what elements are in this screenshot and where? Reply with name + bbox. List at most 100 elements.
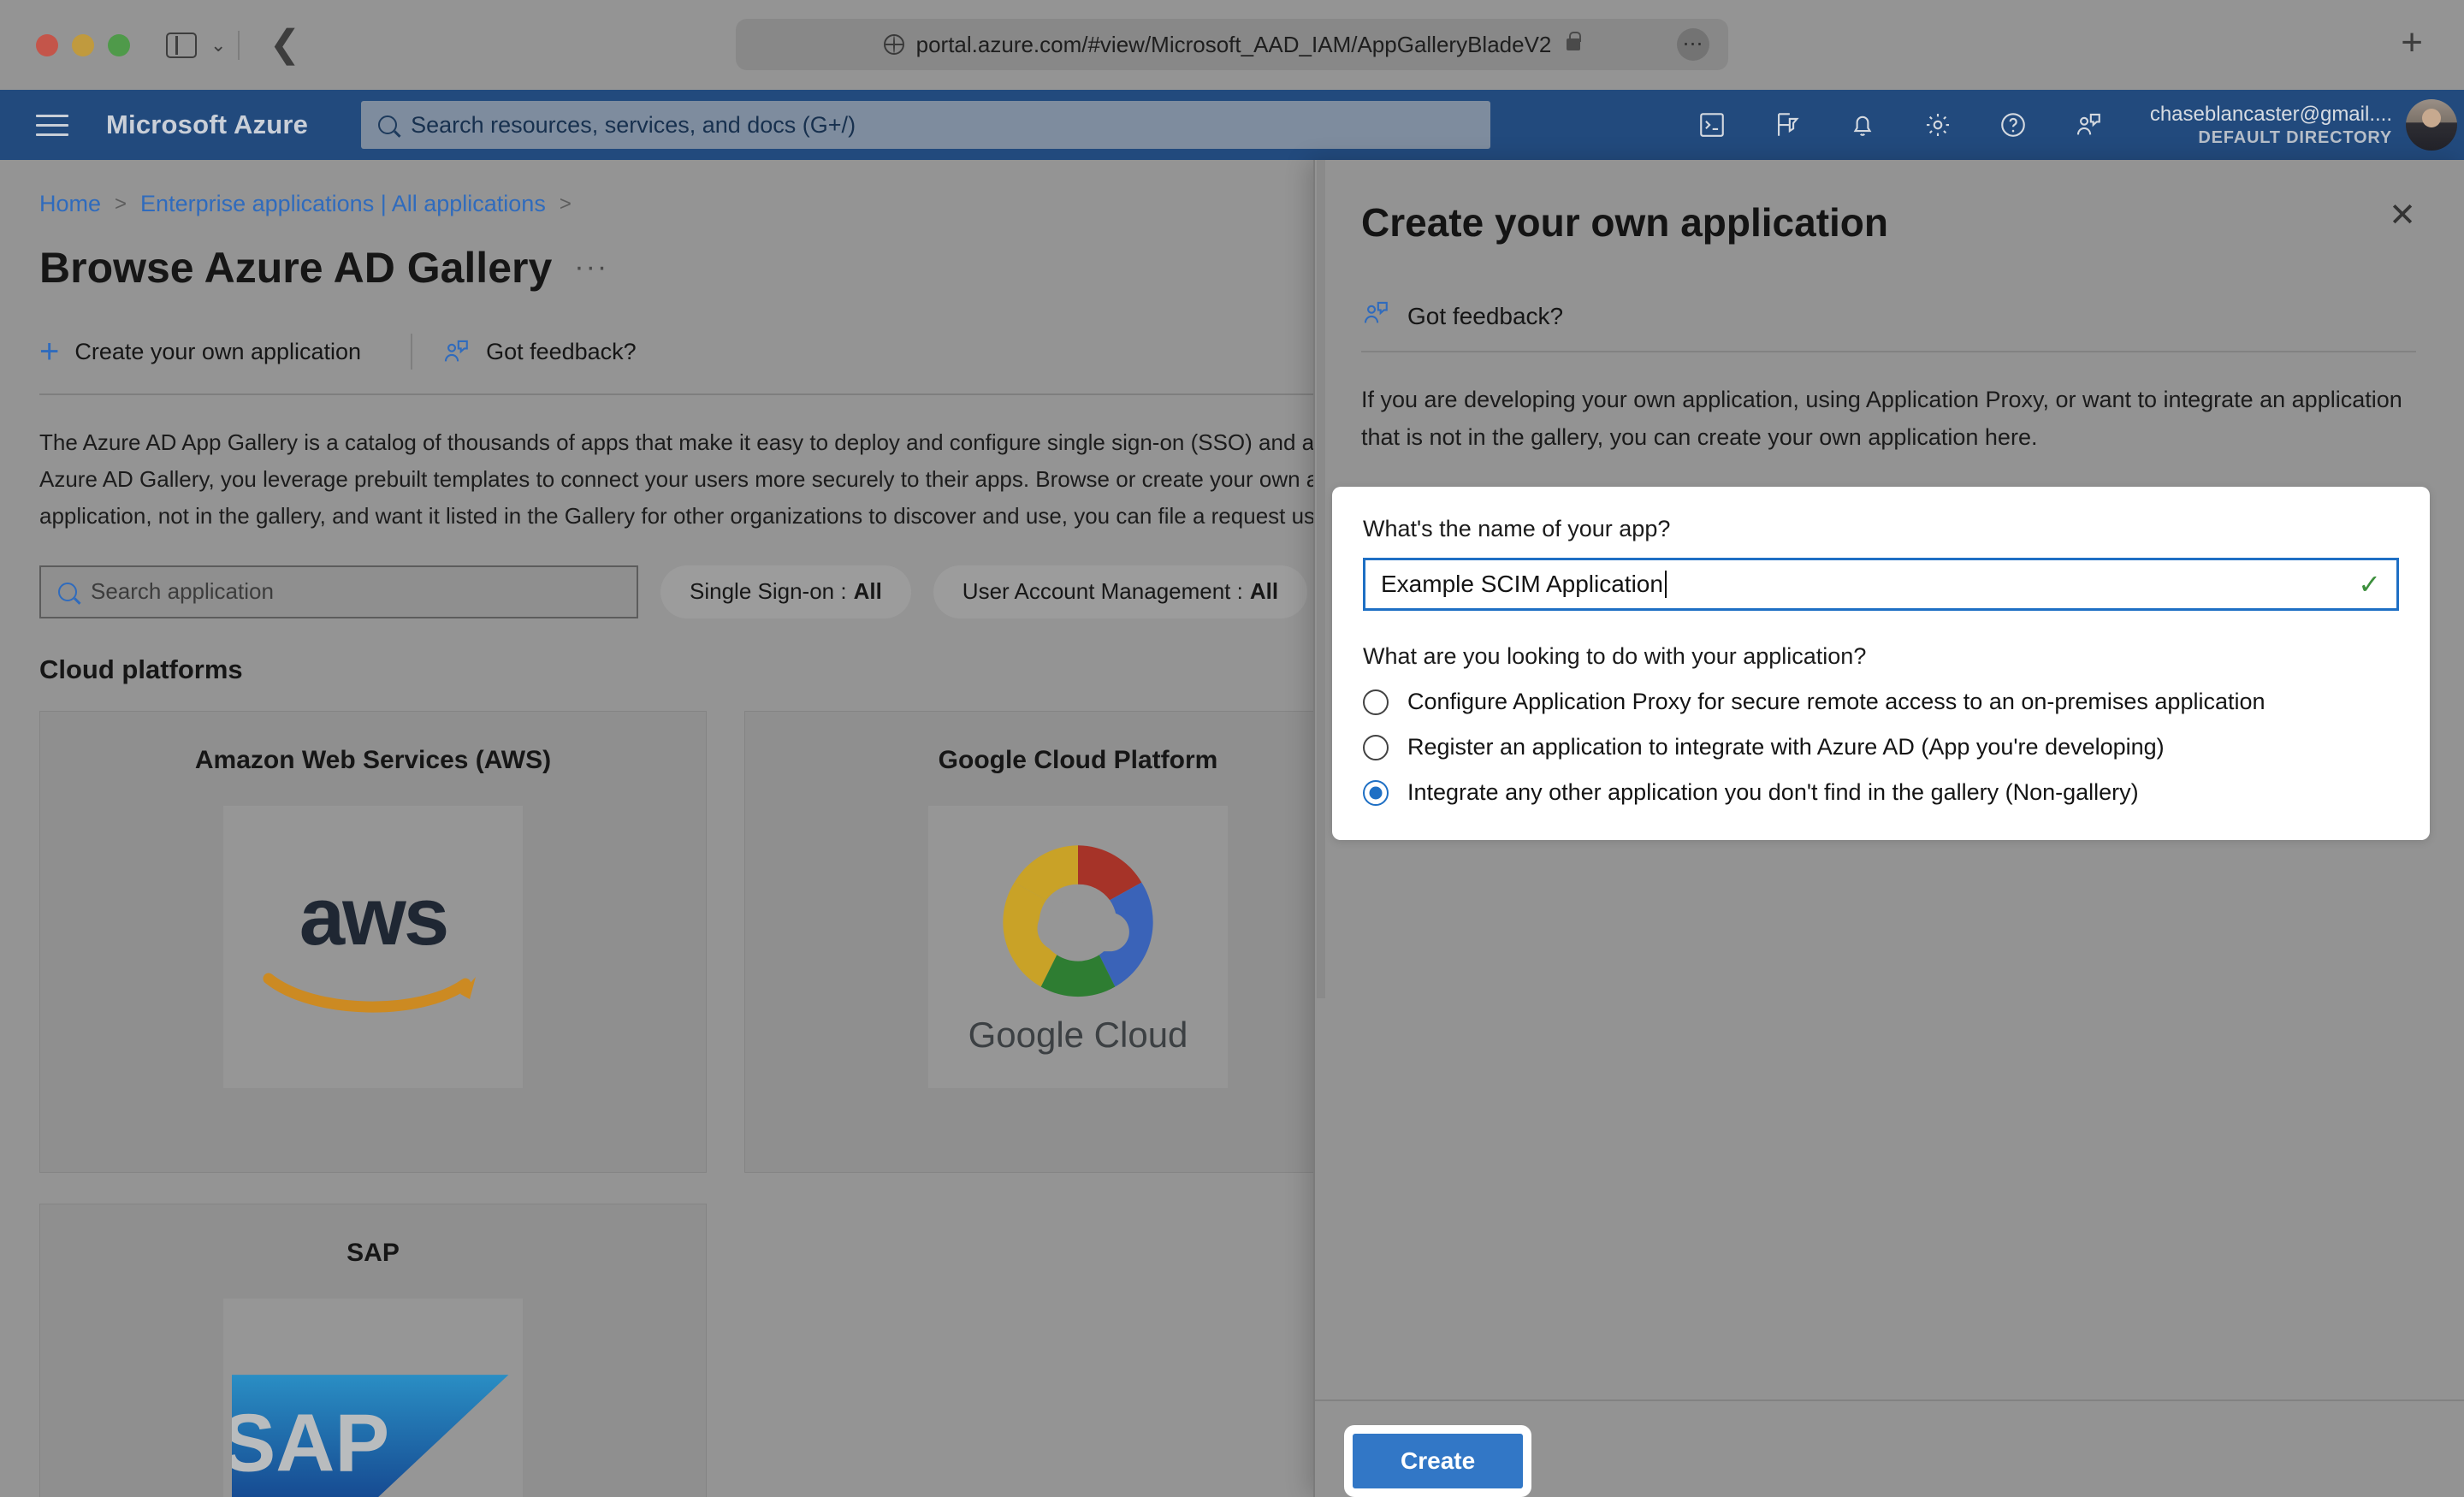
app-name-label: What's the name of your app? — [1363, 516, 1671, 542]
app-name-input[interactable]: Example SCIM Application ✓ — [1363, 558, 2399, 612]
feedback-person-icon — [1361, 299, 1390, 334]
new-tab-plus-icon[interactable]: + — [2401, 23, 2423, 61]
search-icon — [374, 111, 401, 139]
filter-single-sign-on-value: All — [853, 578, 882, 605]
avatar[interactable] — [2406, 99, 2457, 151]
minimize-window-button[interactable] — [72, 33, 94, 56]
radio-option-app-proxy[interactable]: Configure Application Proxy for secure r… — [1363, 689, 2399, 715]
gallery-card-google-cloud[interactable]: Google Cloud Platform Google Cloud — [744, 710, 1412, 1173]
search-icon — [54, 578, 81, 606]
azure-top-bar: Microsoft Azure Search resources, servic… — [0, 90, 2464, 160]
panel-left-border — [1313, 160, 1315, 1497]
create-app-form-card: What's the name of your app? Example SCI… — [1332, 487, 2430, 841]
global-search-placeholder: Search resources, services, and docs (G+… — [411, 111, 856, 138]
globe-icon — [883, 34, 904, 55]
sidebar-toggle-icon — [166, 32, 197, 58]
app-purpose-question: What are you looking to do with your app… — [1363, 643, 1867, 670]
svg-text:SAP: SAP — [232, 1397, 389, 1488]
got-feedback-label: Got feedback? — [486, 338, 637, 364]
close-window-button[interactable] — [36, 33, 58, 56]
aws-logo-text: aws — [299, 870, 449, 962]
got-feedback-button[interactable]: Got feedback? — [441, 328, 657, 375]
google-cloud-logo-text: Google Cloud — [968, 1014, 1188, 1055]
panel-description: If you are developing your own applicati… — [1361, 387, 2402, 450]
search-application-input[interactable]: Search application — [39, 565, 638, 618]
breadcrumb-section-link[interactable]: Enterprise applications | All applicatio… — [140, 191, 546, 217]
breadcrumb-separator-icon: > — [115, 192, 127, 216]
gallery-card-aws[interactable]: Amazon Web Services (AWS) aws — [39, 710, 707, 1173]
page-more-menu-icon[interactable]: ··· — [574, 253, 608, 281]
app-purpose-radio-group: Configure Application Proxy for secure r… — [1363, 689, 2399, 806]
page-title: Browse Azure AD Gallery — [39, 244, 553, 292]
breadcrumb-home-link[interactable]: Home — [39, 191, 101, 217]
lock-icon — [1567, 32, 1582, 50]
filter-single-sign-on[interactable]: Single Sign-on : All — [660, 565, 911, 618]
address-bar[interactable]: portal.azure.com/#view/Microsoft_AAD_IAM… — [736, 19, 1728, 70]
panel-header: Create your own application ✕ — [1313, 160, 2464, 246]
panel-footer: Create — [1313, 1399, 2464, 1497]
app-name-text: Example SCIM Application — [1381, 571, 1663, 598]
settings-gear-icon[interactable] — [1921, 108, 1955, 142]
account-text: chaseblancaster@gmail.... DEFAULT DIRECT… — [2150, 102, 2392, 149]
account-email: chaseblancaster@gmail.... — [2149, 102, 2392, 126]
panel-scrollbar[interactable] — [1317, 160, 1325, 998]
feedback-person-icon — [441, 337, 471, 366]
radio-option-label: Configure Application Proxy for secure r… — [1407, 689, 2266, 715]
filter-user-account-management-label: User Account Management : — [962, 578, 1243, 605]
back-chevron-icon[interactable]: ❮ — [269, 26, 300, 63]
sidebar-toggle-button[interactable]: ⌄ — [166, 32, 226, 58]
zoom-window-button[interactable] — [108, 33, 130, 56]
notifications-bell-icon[interactable] — [1845, 108, 1880, 142]
plus-icon: + — [39, 333, 60, 370]
breadcrumb-separator-icon-2: > — [559, 192, 572, 216]
create-your-own-application-label: Create your own application — [74, 338, 362, 364]
account-directory: DEFAULT DIRECTORY — [2198, 127, 2392, 147]
sap-logo: SAP — [223, 1298, 523, 1497]
create-button-focus-ring: Create — [1344, 1425, 1532, 1497]
radio-option-label: Integrate any other application you don'… — [1407, 779, 2139, 806]
app-name-value: Example SCIM Application — [1381, 571, 1667, 599]
gallery-card-sap[interactable]: SAP SAP — [39, 1203, 707, 1497]
google-cloud-logo: Google Cloud — [928, 805, 1228, 1088]
browser-chrome: ⌄ ❮ portal.azure.com/#view/Microsoft_AAD… — [0, 0, 2464, 90]
aws-logo: aws — [223, 805, 523, 1088]
aws-swoosh-icon — [263, 973, 476, 1013]
ellipsis-icon[interactable]: ⋯ — [1677, 28, 1709, 61]
feedback-person-icon[interactable] — [2071, 108, 2106, 142]
gallery-card-title: SAP — [346, 1238, 400, 1267]
global-search-input[interactable]: Search resources, services, and docs (G+… — [361, 101, 1491, 149]
text-caret — [1664, 571, 1667, 599]
panel-spacer — [1313, 840, 2464, 1399]
account-menu[interactable]: chaseblancaster@gmail.... DEFAULT DIRECT… — [2150, 99, 2464, 151]
panel-title: Create your own application — [1361, 200, 1888, 245]
address-bar-url: portal.azure.com/#view/Microsoft_AAD_IAM… — [915, 31, 1552, 57]
chevron-down-icon[interactable]: ⌄ — [210, 35, 226, 55]
cloud-shell-icon[interactable] — [1695, 108, 1729, 142]
filter-user-account-management[interactable]: User Account Management : All — [933, 565, 1308, 618]
radio-option-label: Register an application to integrate wit… — [1407, 734, 2165, 760]
gallery-card-title: Google Cloud Platform — [938, 745, 1218, 774]
radio-button-icon[interactable] — [1363, 734, 1389, 760]
directories-filter-icon[interactable] — [1770, 108, 1804, 142]
create-your-own-application-panel: Create your own application ✕ Got feedba… — [1313, 160, 2464, 1497]
command-bar-divider — [411, 334, 413, 370]
portal-menu-hamburger-icon[interactable] — [36, 114, 68, 136]
panel-header-rule — [1361, 351, 2416, 352]
radio-option-register-app[interactable]: Register an application to integrate wit… — [1363, 734, 2399, 760]
radio-button-icon-selected[interactable] — [1363, 779, 1389, 806]
help-question-icon[interactable] — [1996, 108, 2030, 142]
gallery-card-title: Amazon Web Services (AWS) — [194, 745, 552, 774]
azure-brand-label[interactable]: Microsoft Azure — [106, 109, 308, 140]
validation-check-icon: ✓ — [2358, 569, 2381, 601]
radio-button-icon[interactable] — [1363, 689, 1389, 715]
panel-got-feedback-button[interactable]: Got feedback? — [1361, 299, 2464, 334]
create-your-own-application-button[interactable]: + Create your own application — [39, 330, 382, 374]
topbar-icon-group — [1695, 108, 2106, 142]
panel-got-feedback-label: Got feedback? — [1407, 302, 1564, 329]
close-icon[interactable]: ✕ — [2389, 199, 2416, 232]
create-button[interactable]: Create — [1353, 1434, 1524, 1488]
radio-option-non-gallery[interactable]: Integrate any other application you don'… — [1363, 779, 2399, 806]
google-cloud-mark-icon — [1003, 844, 1153, 997]
search-application-placeholder: Search application — [91, 578, 274, 605]
sap-logo-icon: SAP — [232, 1374, 509, 1497]
